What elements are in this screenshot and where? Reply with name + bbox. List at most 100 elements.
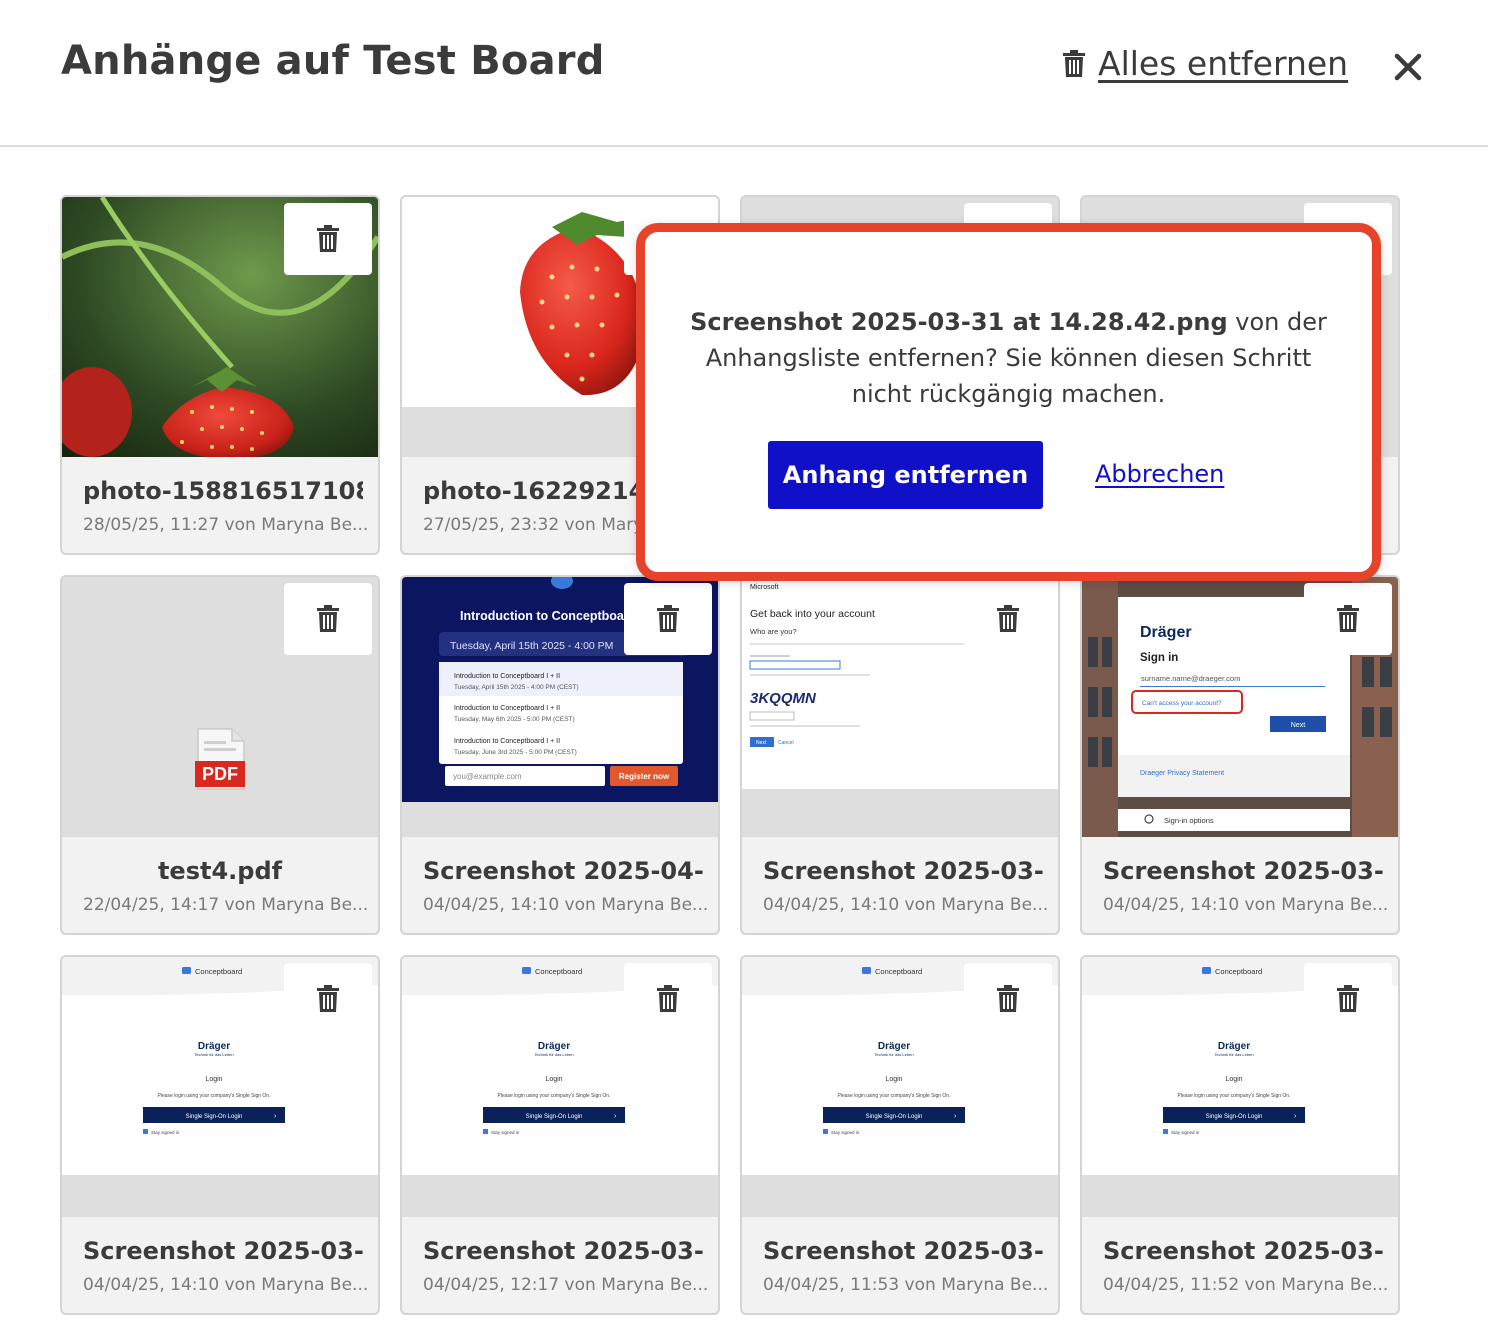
- delete-attachment-button[interactable]: [624, 583, 712, 655]
- svg-text:Stay signed in: Stay signed in: [831, 1130, 860, 1135]
- svg-text:Please login using your compan: Please login using your company's Single…: [1178, 1093, 1291, 1099]
- svg-text:Dräger: Dräger: [538, 1041, 570, 1052]
- trash-icon: [317, 225, 339, 252]
- svg-text:Conceptboard: Conceptboard: [1215, 967, 1262, 976]
- svg-text:surname.name@draeger.com: surname.name@draeger.com: [1141, 674, 1240, 683]
- delete-attachment-button[interactable]: [1304, 583, 1392, 655]
- attachment-card[interactable]: Conceptboard Dräger Technik für das Lebe…: [740, 955, 1060, 1315]
- svg-text:Dräger: Dräger: [1140, 624, 1192, 641]
- confirm-remove-button[interactable]: Anhang entfernen: [768, 441, 1043, 509]
- delete-attachment-button[interactable]: [964, 963, 1052, 1035]
- svg-text:Can't access your account?: Can't access your account?: [1142, 700, 1222, 707]
- close-icon[interactable]: [1390, 49, 1426, 85]
- svg-text:Get back into your account: Get back into your account: [750, 608, 875, 620]
- svg-text:Technik für das Leben: Technik für das Leben: [874, 1052, 913, 1057]
- attachment-name: Screenshot 2025-03-3...: [83, 1237, 363, 1265]
- svg-text:Next: Next: [1291, 722, 1305, 729]
- svg-text:Conceptboard: Conceptboard: [535, 967, 582, 976]
- cancel-link[interactable]: Abbrechen: [1095, 460, 1224, 488]
- remove-all-label[interactable]: Alles entfernen: [1098, 44, 1348, 83]
- delete-attachment-button[interactable]: [1304, 963, 1392, 1035]
- attachment-card[interactable]: PDF test4.pdf 22/04/25, 14:17 von Maryna…: [60, 575, 380, 935]
- remove-attachment-confirm-dialog: Screenshot 2025-03-31 at 14.28.42.png vo…: [636, 223, 1381, 581]
- svg-text:Single Sign-On Login: Single Sign-On Login: [1206, 1114, 1263, 1120]
- trash-icon: [1063, 49, 1085, 77]
- svg-text:Login: Login: [1225, 1076, 1242, 1083]
- svg-text:Cancel: Cancel: [778, 740, 794, 746]
- trash-icon: [657, 985, 679, 1012]
- attachment-meta: 04/04/25, 14:10 von Maryna Be...: [763, 895, 1049, 915]
- attachment-meta: 28/05/25, 11:27 von Maryna Be...: [83, 515, 369, 535]
- delete-attachment-button[interactable]: [284, 963, 372, 1035]
- attachment-meta: 04/04/25, 14:10 von Maryna Be...: [423, 895, 709, 915]
- svg-text:Register now: Register now: [619, 772, 670, 781]
- attachment-card[interactable]: Microsoft Get back into your account Who…: [740, 575, 1060, 935]
- svg-text:Introduction to Conceptboard I: Introduction to Conceptboard I + II: [454, 738, 560, 745]
- trash-icon: [657, 605, 679, 632]
- trash-icon: [997, 605, 1019, 632]
- page-title: Anhänge auf Test Board: [61, 38, 605, 84]
- attachment-name: Screenshot 2025-04-0...: [423, 857, 703, 885]
- attachment-meta: 04/04/25, 14:10 von Maryna Be...: [83, 1275, 369, 1295]
- svg-text:Technik für das Leben: Technik für das Leben: [534, 1052, 573, 1057]
- svg-text:Please login using your compan: Please login using your company's Single…: [838, 1093, 951, 1099]
- attachment-meta: 04/04/25, 12:17 von Maryna Be...: [423, 1275, 709, 1295]
- attachment-meta: 04/04/25, 14:10 von Maryna Be...: [1103, 895, 1389, 915]
- trash-icon: [1337, 985, 1359, 1012]
- remove-all-button[interactable]: Alles entfernen: [1062, 44, 1348, 83]
- svg-text:Introduction to Conceptboa: Introduction to Conceptboa: [460, 609, 625, 623]
- dialog-header: Anhänge auf Test Board Alles entfernen: [0, 0, 1488, 147]
- attachment-card[interactable]: Dräger Sign in surname.name@draeger.com …: [1080, 575, 1400, 935]
- svg-text:Single Sign-On Login: Single Sign-On Login: [186, 1114, 243, 1120]
- svg-text:Stay signed in: Stay signed in: [491, 1130, 520, 1135]
- attachment-name: photo-158816517108...: [83, 477, 363, 505]
- attachment-meta: 04/04/25, 11:53 von Maryna Be...: [763, 1275, 1049, 1295]
- trash-icon: [317, 605, 339, 632]
- svg-text:Stay signed in: Stay signed in: [1171, 1130, 1200, 1135]
- attachment-card[interactable]: Conceptboard Dräger Technik für das Lebe…: [400, 955, 720, 1315]
- svg-text:Tuesday, April 15th 2025 - 4:0: Tuesday, April 15th 2025 - 4:00 PM (CEST…: [454, 684, 579, 691]
- attachment-card[interactable]: Conceptboard Dräger Technik für das Lebe…: [60, 955, 380, 1315]
- delete-attachment-button[interactable]: [624, 963, 712, 1035]
- attachment-card[interactable]: photo-158816517108... 28/05/25, 11:27 vo…: [60, 195, 380, 555]
- svg-text:Sign-in options: Sign-in options: [1164, 816, 1214, 825]
- attachment-name: Screenshot 2025-03-3...: [1103, 857, 1383, 885]
- svg-text:Dräger: Dräger: [878, 1041, 910, 1052]
- svg-text:Login: Login: [885, 1076, 902, 1083]
- svg-text:Sign in: Sign in: [1140, 652, 1178, 664]
- svg-text:Please login using your compan: Please login using your company's Single…: [498, 1093, 611, 1099]
- attachment-card[interactable]: Introduction to Conceptboa Tuesday, Apri…: [400, 575, 720, 935]
- svg-text:Dräger: Dräger: [198, 1041, 230, 1052]
- trash-icon: [997, 985, 1019, 1012]
- attachment-name: Screenshot 2025-03-3...: [1103, 1237, 1383, 1265]
- svg-text:Draeger Privacy Statement: Draeger Privacy Statement: [1140, 770, 1224, 777]
- attachment-name: Screenshot 2025-03-3...: [423, 1237, 703, 1265]
- attachment-name: Screenshot 2025-03-3...: [763, 1237, 1043, 1265]
- dialog-message: Screenshot 2025-03-31 at 14.28.42.png vo…: [675, 304, 1342, 412]
- svg-text:3KQQMN: 3KQQMN: [750, 690, 817, 707]
- attachment-card[interactable]: Conceptboard Dräger Technik für das Lebe…: [1080, 955, 1400, 1315]
- attachment-meta: 22/04/25, 14:17 von Maryna Be...: [83, 895, 369, 915]
- svg-text:Introduction to Conceptboard I: Introduction to Conceptboard I + II: [454, 673, 560, 680]
- svg-text:Login: Login: [205, 1076, 222, 1083]
- svg-text:Next: Next: [756, 740, 767, 746]
- svg-text:Conceptboard: Conceptboard: [195, 967, 242, 976]
- svg-text:you@example.com: you@example.com: [453, 772, 522, 781]
- delete-attachment-button[interactable]: [964, 583, 1052, 655]
- svg-text:Single Sign-On Login: Single Sign-On Login: [866, 1114, 923, 1120]
- dialog-filename: Screenshot 2025-03-31 at 14.28.42.png: [690, 308, 1228, 336]
- svg-text:Stay signed in: Stay signed in: [151, 1130, 180, 1135]
- svg-text:Login: Login: [545, 1076, 562, 1083]
- svg-text:Who are you?: Who are you?: [750, 627, 797, 636]
- svg-text:Single Sign-On Login: Single Sign-On Login: [526, 1114, 583, 1120]
- trash-icon: [317, 985, 339, 1012]
- trash-icon: [1337, 605, 1359, 632]
- svg-text:Please login using your compan: Please login using your company's Single…: [158, 1093, 271, 1099]
- svg-text:Tuesday, June 3rd 2025 - 5:00: Tuesday, June 3rd 2025 - 5:00 PM (CEST): [454, 749, 577, 756]
- svg-text:Technik für das Leben: Technik für das Leben: [1214, 1052, 1253, 1057]
- attachment-name: Screenshot 2025-03-3...: [763, 857, 1043, 885]
- svg-text:Microsoft: Microsoft: [750, 584, 778, 591]
- svg-text:Technik für das Leben: Technik für das Leben: [194, 1052, 233, 1057]
- delete-attachment-button[interactable]: [284, 203, 372, 275]
- delete-attachment-button[interactable]: [284, 583, 372, 655]
